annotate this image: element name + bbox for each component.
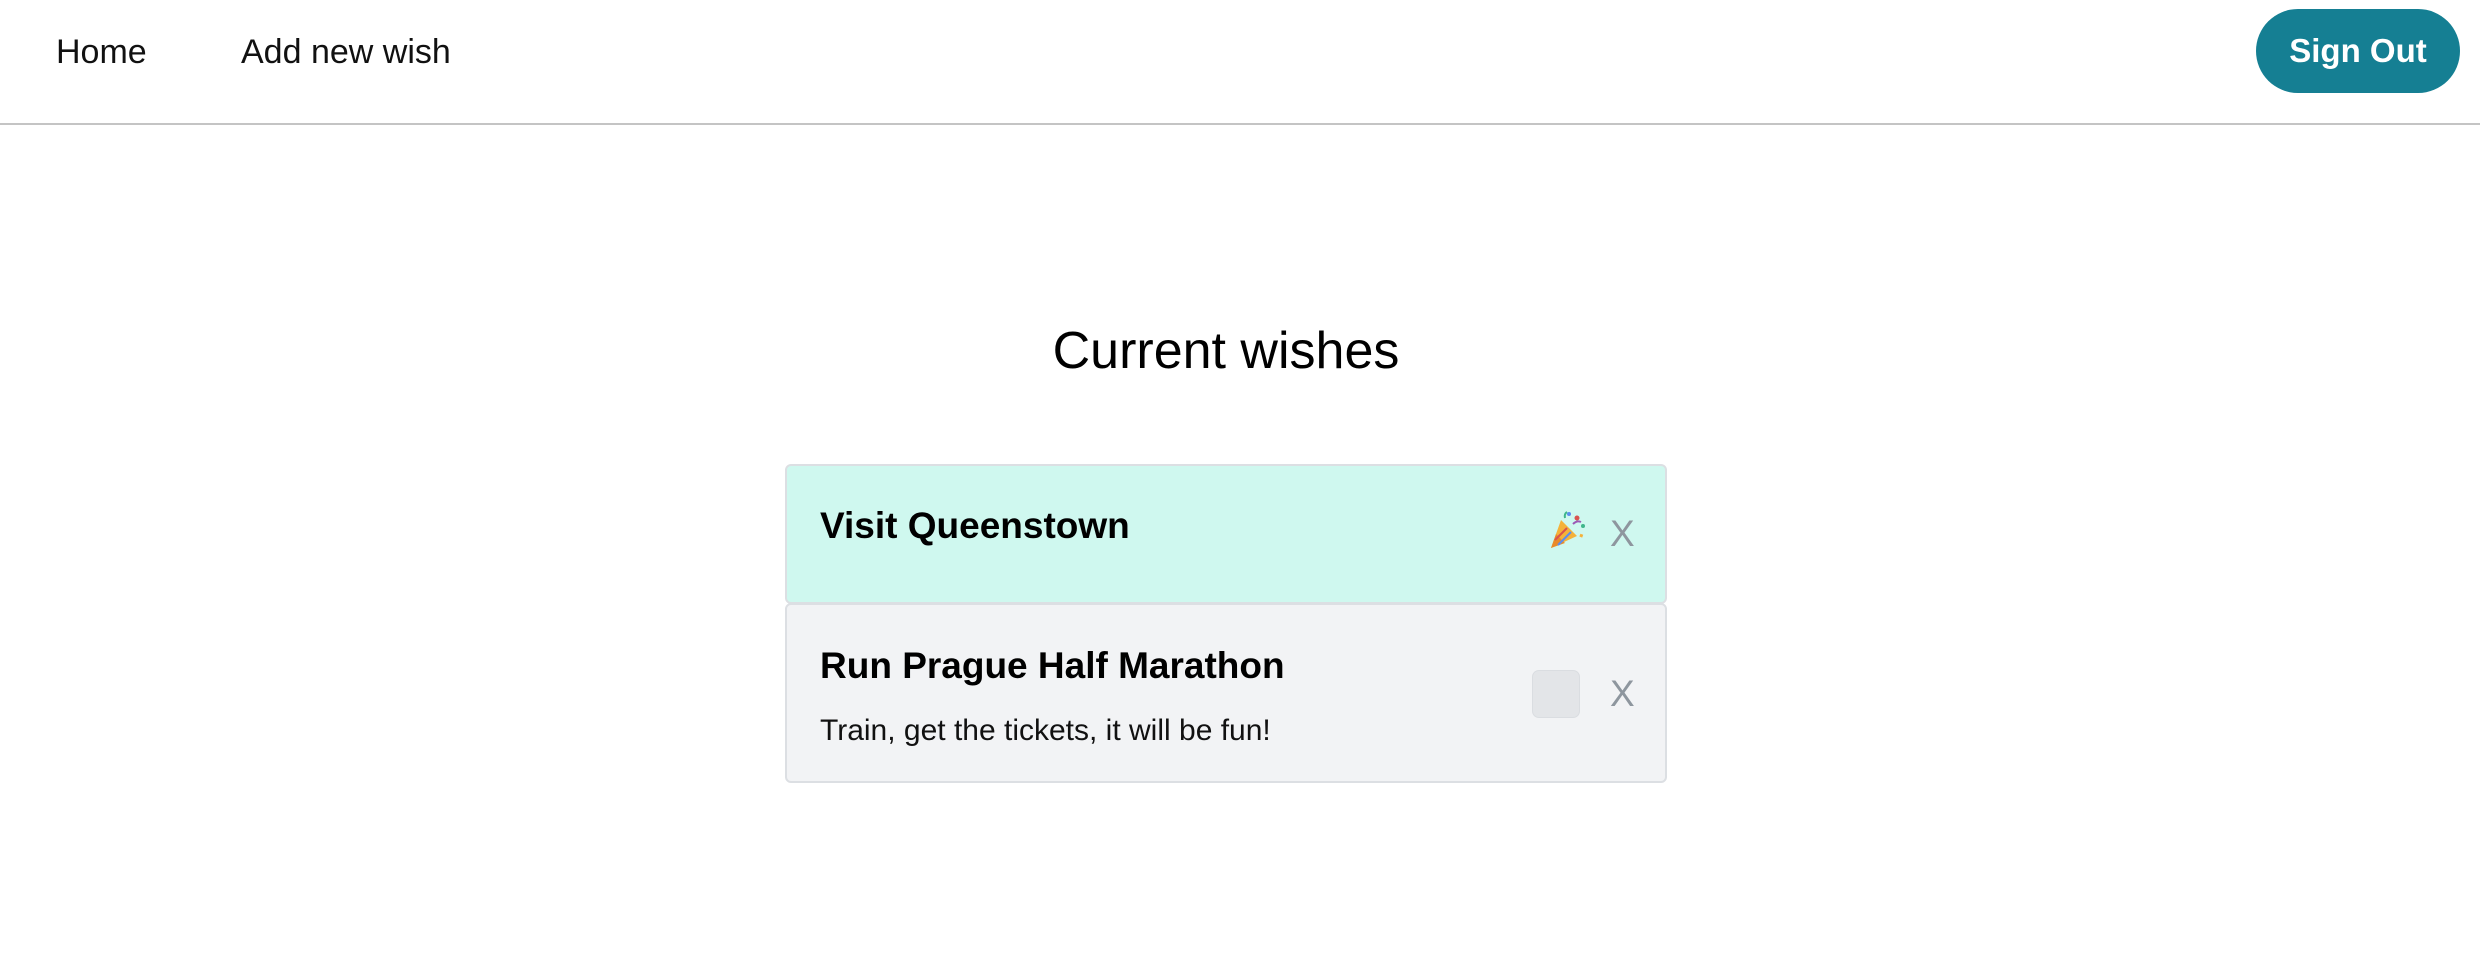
mark-done-checkbox[interactable] — [1532, 670, 1580, 718]
nav-home-link[interactable]: Home — [56, 30, 147, 74]
remove-wish-button[interactable]: X — [1610, 674, 1635, 714]
sign-out-button[interactable]: Sign Out — [2256, 9, 2460, 93]
party-popper-icon[interactable] — [1547, 510, 1587, 550]
wish-card: Visit Queenstown X — [785, 464, 1667, 604]
remove-wish-button[interactable]: X — [1610, 514, 1635, 554]
wish-card: Run Prague Half Marathon Train, get the … — [785, 603, 1667, 783]
nav-add-wish-link[interactable]: Add new wish — [241, 30, 451, 74]
top-navbar: Home Add new wish Sign Out — [0, 0, 2480, 125]
wish-description: Train, get the tickets, it will be fun! — [820, 714, 1271, 747]
wish-title: Visit Queenstown — [820, 505, 1130, 546]
page-title: Current wishes — [1052, 322, 1400, 380]
wish-title: Run Prague Half Marathon — [820, 645, 1285, 686]
